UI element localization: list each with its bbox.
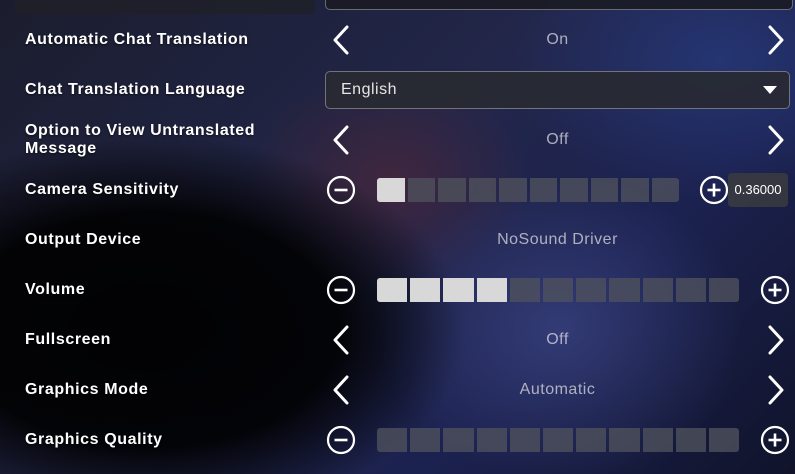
setting-label: Chat Translation Language: [25, 81, 246, 98]
chevron-right-icon[interactable]: [760, 123, 790, 157]
setting-value: Off: [546, 131, 569, 148]
slider-segment[interactable]: [542, 428, 574, 452]
setting-label: Volume: [25, 281, 86, 298]
slider-segment[interactable]: [708, 278, 740, 302]
slider-segment[interactable]: [476, 278, 507, 302]
setting-value: On: [546, 31, 569, 48]
setting-row-camera-sensitivity: Camera Sensitivity 0.36000: [0, 170, 795, 210]
volume-slider[interactable]: [377, 278, 740, 302]
graphics-quality-slider[interactable]: [377, 428, 740, 452]
slider-segment[interactable]: [407, 178, 435, 202]
setting-row-chat-translation-language: Chat Translation Language English: [0, 70, 795, 110]
chevron-left-icon[interactable]: [327, 23, 357, 57]
slider-segment[interactable]: [621, 178, 649, 202]
setting-label: Output Device: [25, 231, 142, 248]
language-dropdown[interactable]: English: [325, 71, 790, 109]
camera-sensitivity-slider[interactable]: [377, 178, 679, 202]
setting-row-volume: Volume: [0, 270, 795, 310]
slider-segment[interactable]: [708, 428, 740, 452]
slider-segment[interactable]: [438, 178, 466, 202]
slider-segment[interactable]: [590, 178, 618, 202]
chevron-left-icon[interactable]: [327, 323, 357, 357]
setting-label: Graphics Mode: [25, 381, 149, 398]
slider-segment[interactable]: [576, 428, 607, 452]
slider-segment[interactable]: [576, 278, 607, 302]
setting-label: Camera Sensitivity: [25, 181, 179, 198]
previous-setting-control[interactable]: [325, 0, 793, 10]
slider-segment[interactable]: [675, 278, 706, 302]
plus-circle-icon[interactable]: [760, 425, 790, 455]
slider-segment[interactable]: [476, 428, 507, 452]
slider-segment[interactable]: [642, 428, 673, 452]
setting-row-graphics-quality: Graphics Quality: [0, 420, 795, 460]
slider-segment[interactable]: [542, 278, 574, 302]
plus-circle-icon[interactable]: [760, 275, 790, 305]
slider-segment[interactable]: [410, 278, 441, 302]
slider-segment[interactable]: [377, 428, 408, 452]
slider-segment[interactable]: [651, 178, 679, 202]
minus-circle-icon[interactable]: [326, 175, 356, 205]
slider-segment[interactable]: [468, 178, 496, 202]
setting-value: Off: [546, 331, 569, 348]
setting-row-output-device: Output Device NoSound Driver: [0, 220, 795, 260]
plus-circle-icon[interactable]: [699, 175, 729, 205]
sensitivity-value-input[interactable]: 0.36000: [728, 173, 788, 207]
slider-segment[interactable]: [443, 428, 474, 452]
caret-down-icon: [763, 86, 777, 94]
setting-label: Option to View Untranslated Message: [25, 122, 256, 157]
previous-setting-row: [15, 0, 315, 14]
slider-segment[interactable]: [377, 278, 408, 302]
setting-row-chat-translation: Automatic Chat Translation On: [0, 20, 795, 60]
chevron-right-icon[interactable]: [760, 373, 790, 407]
slider-segment[interactable]: [560, 178, 588, 202]
setting-label: Fullscreen: [25, 331, 112, 348]
setting-row-graphics-mode: Graphics Mode Automatic: [0, 370, 795, 410]
slider-segment[interactable]: [675, 428, 706, 452]
chevron-left-icon[interactable]: [327, 123, 357, 157]
setting-row-view-untranslated: Option to View Untranslated Message Off: [0, 120, 795, 160]
slider-segment[interactable]: [499, 178, 527, 202]
setting-row-fullscreen: Fullscreen Off: [0, 320, 795, 360]
setting-label: Graphics Quality: [25, 431, 163, 448]
slider-segment[interactable]: [509, 428, 540, 452]
slider-segment[interactable]: [642, 278, 673, 302]
slider-segment[interactable]: [377, 178, 405, 202]
slider-segment[interactable]: [410, 428, 441, 452]
slider-segment[interactable]: [443, 278, 474, 302]
slider-segment[interactable]: [609, 278, 640, 302]
dropdown-selected-value: English: [341, 81, 397, 98]
chevron-right-icon[interactable]: [760, 323, 790, 357]
slider-segment[interactable]: [609, 428, 640, 452]
setting-value: NoSound Driver: [497, 231, 618, 248]
minus-circle-icon[interactable]: [326, 275, 356, 305]
slider-segment[interactable]: [509, 278, 540, 302]
setting-value: Automatic: [519, 381, 596, 398]
setting-label: Automatic Chat Translation: [25, 31, 249, 48]
chevron-right-icon[interactable]: [760, 23, 790, 57]
chevron-left-icon[interactable]: [327, 373, 357, 407]
minus-circle-icon[interactable]: [326, 425, 356, 455]
slider-segment[interactable]: [529, 178, 557, 202]
